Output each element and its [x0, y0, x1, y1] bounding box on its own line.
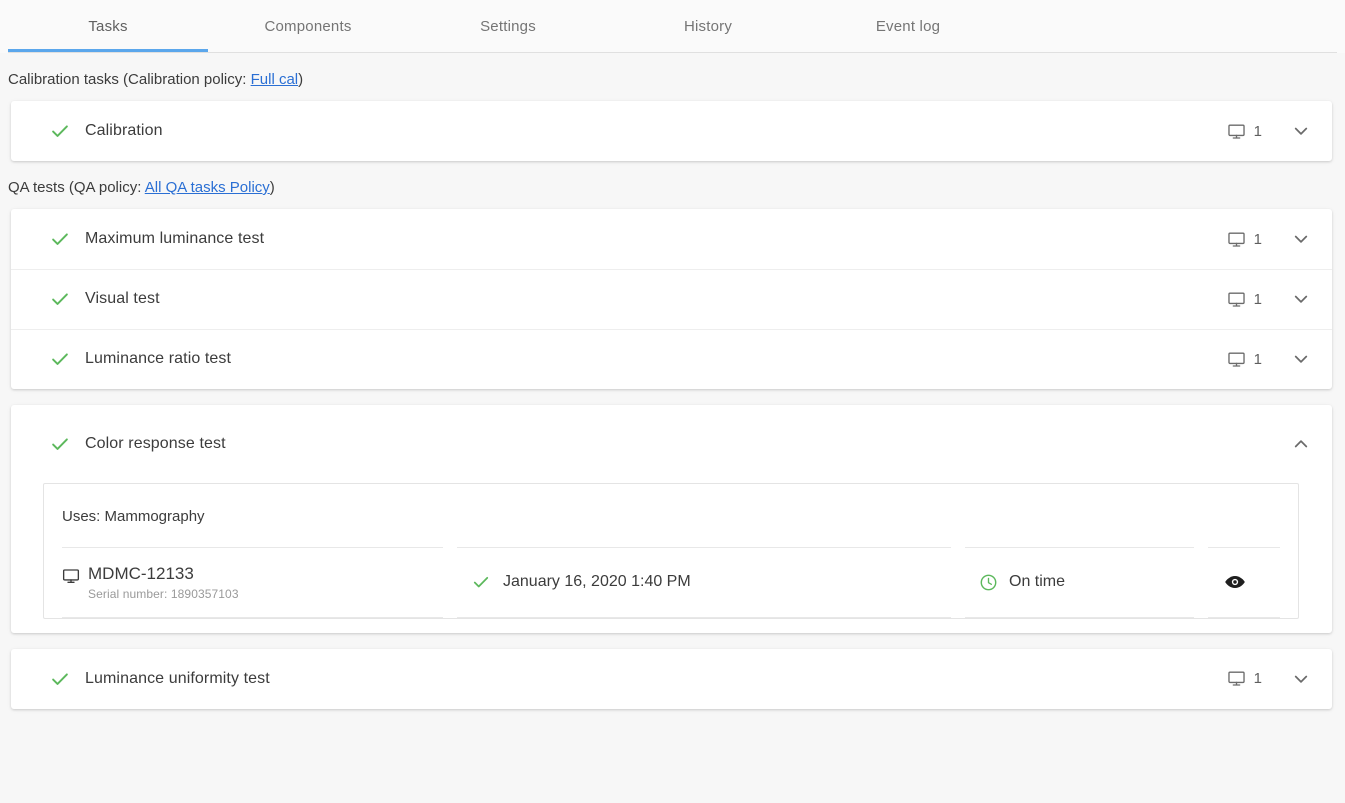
tab-settings[interactable]: Settings — [408, 0, 608, 52]
chevron-down-icon[interactable] — [1290, 228, 1312, 250]
color-response-test-card: Color response test Uses: Mammography MD… — [11, 405, 1332, 633]
display-count: 1 — [1253, 670, 1262, 688]
task-row-controls: 1 — [1227, 288, 1312, 310]
task-row[interactable]: Maximum luminance test 1 — [11, 209, 1332, 269]
calibration-policy-link[interactable]: Full cal — [251, 71, 299, 88]
tab-components[interactable]: Components — [208, 0, 408, 52]
check-icon — [52, 353, 68, 365]
status-badge: On time — [1009, 573, 1066, 591]
uses-label: Uses: Mammography — [62, 508, 205, 525]
display-serial-number: Serial number: 1890357103 — [88, 586, 239, 601]
detail-cell-date: January 16, 2020 1:40 PM — [457, 547, 965, 618]
task-detail-panel: Uses: Mammography MDMC-12133 Serial numb… — [43, 483, 1299, 619]
calibration-tasks-card: Calibration 1 — [11, 101, 1332, 161]
display-name: MDMC-12133 — [88, 564, 194, 583]
tab-label: Settings — [480, 17, 536, 35]
display-count: 1 — [1253, 290, 1262, 308]
task-detail-table: MDMC-12133 Serial number: 1890357103 Jan… — [44, 547, 1298, 618]
tab-label: History — [683, 17, 733, 35]
check-icon — [473, 577, 489, 588]
luminance-uniformity-card: Luminance uniformity test 1 — [11, 648, 1332, 709]
task-row-controls: 1 — [1227, 668, 1312, 690]
tab-label: Tasks — [88, 17, 128, 35]
tab-label: Event log — [875, 17, 941, 35]
qa-section-title: QA tests (QA policy: All QA tasks Policy… — [0, 161, 1345, 209]
task-row-controls: 1 — [1227, 348, 1312, 370]
chevron-down-icon[interactable] — [1290, 120, 1312, 142]
chevron-up-icon[interactable] — [1290, 433, 1312, 455]
chevron-down-icon[interactable] — [1290, 288, 1312, 310]
tab-event-log[interactable]: Event log — [808, 0, 1008, 52]
task-row[interactable]: Color response test — [11, 405, 1332, 483]
chevron-down-icon[interactable] — [1290, 668, 1312, 690]
display-identity: MDMC-12133 Serial number: 1890357103 — [62, 564, 239, 601]
task-row-controls: 1 — [1227, 120, 1312, 142]
monitor-icon — [1227, 123, 1245, 139]
task-label: Calibration — [85, 122, 163, 139]
display-count: 1 — [1253, 350, 1262, 368]
task-label: Maximum luminance test — [85, 230, 265, 247]
display-count: 1 — [1253, 122, 1262, 140]
task-label: Color response test — [85, 435, 226, 452]
task-row[interactable]: Visual test 1 — [11, 269, 1332, 329]
calibration-title-suffix: ) — [298, 71, 304, 88]
monitor-icon — [1227, 231, 1245, 247]
task-date: January 16, 2020 1:40 PM — [503, 573, 691, 591]
detail-cell-display: MDMC-12133 Serial number: 1890357103 — [62, 547, 457, 618]
task-row[interactable]: Luminance uniformity test 1 — [11, 649, 1332, 709]
calibration-section-title: Calibration tasks (Calibration policy: F… — [0, 53, 1345, 101]
tab-tasks[interactable]: Tasks — [8, 0, 208, 52]
check-icon — [52, 673, 68, 685]
calibration-title-prefix: Calibration tasks (Calibration policy: — [8, 71, 251, 88]
monitor-icon — [1227, 351, 1245, 367]
display-count: 1 — [1253, 230, 1262, 248]
chevron-down-icon[interactable] — [1290, 348, 1312, 370]
monitor-icon — [1227, 671, 1245, 686]
task-row[interactable]: Luminance ratio test 1 — [11, 329, 1332, 389]
monitor-icon — [1227, 291, 1245, 307]
monitor-icon — [62, 569, 80, 583]
tab-label: Components — [264, 17, 352, 35]
eye-icon[interactable] — [1224, 571, 1246, 593]
tab-bar: Tasks Components Settings History Event … — [0, 0, 1345, 53]
task-row-controls: 1 — [1227, 228, 1312, 250]
task-label: Luminance ratio test — [85, 350, 232, 367]
qa-tasks-card: Maximum luminance test 1 Visual test 1 L… — [11, 209, 1332, 389]
check-icon — [52, 125, 68, 137]
clock-icon — [980, 574, 997, 591]
detail-cell-schedule-status: On time — [965, 547, 1208, 618]
task-label: Luminance uniformity test — [85, 669, 270, 687]
check-icon — [52, 438, 68, 450]
task-label: Visual test — [85, 290, 160, 307]
tab-history[interactable]: History — [608, 0, 808, 52]
check-icon — [52, 293, 68, 305]
detail-cell-actions — [1208, 547, 1280, 618]
qa-title-suffix: ) — [269, 179, 275, 196]
qa-policy-link[interactable]: All QA tasks Policy — [145, 179, 270, 196]
check-icon — [52, 233, 68, 245]
qa-title-prefix: QA tests (QA policy: — [8, 179, 145, 196]
task-row[interactable]: Calibration 1 — [11, 101, 1332, 161]
